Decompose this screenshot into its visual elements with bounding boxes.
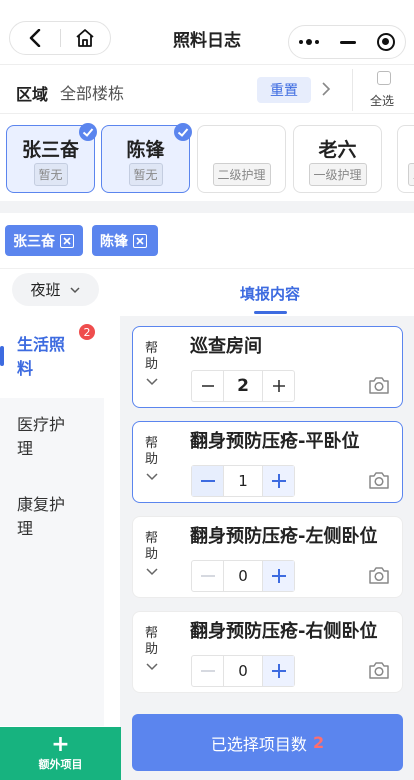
camera-icon[interactable] bbox=[368, 470, 390, 490]
patient-card[interactable]: 老六 一级护理 bbox=[293, 125, 382, 193]
minimize-icon[interactable] bbox=[339, 40, 356, 44]
selected-chip[interactable]: 张三奋 bbox=[5, 225, 83, 256]
quantity-value[interactable]: 0 bbox=[223, 561, 263, 591]
tab-active-indicator bbox=[254, 311, 287, 314]
chevron-down-icon[interactable] bbox=[145, 472, 159, 482]
sidebar-item-rehab-care[interactable]: 康复护理 bbox=[0, 478, 104, 558]
care-item-name: 翻身预防压疮-左侧卧位 bbox=[190, 526, 378, 547]
plus-icon bbox=[272, 380, 285, 392]
plus-icon bbox=[271, 664, 286, 678]
quantity-stepper: 0 bbox=[191, 655, 295, 687]
care-level-badge: 暂无 bbox=[128, 163, 163, 186]
camera-icon[interactable] bbox=[368, 375, 390, 395]
care-level-badge: 暂无 bbox=[33, 163, 68, 186]
increment-button[interactable] bbox=[263, 561, 294, 591]
top-nav-bar: 照料日志 bbox=[0, 0, 414, 64]
section-divider bbox=[0, 201, 414, 213]
care-item-card[interactable]: 帮助 翻身预防压疮-平卧位 1 bbox=[132, 421, 403, 503]
help-toggle[interactable]: 帮助 bbox=[145, 531, 159, 563]
camera-icon[interactable] bbox=[368, 660, 390, 680]
selected-count: 2 bbox=[312, 733, 325, 752]
chip-label: 张三奋 bbox=[13, 233, 55, 250]
plus-icon bbox=[271, 569, 286, 583]
select-all-label: 全选 bbox=[370, 94, 395, 108]
minus-icon bbox=[200, 480, 215, 482]
minus-icon bbox=[200, 575, 215, 577]
decrement-button[interactable] bbox=[192, 561, 223, 591]
area-selector[interactable]: 全部楼栋 bbox=[60, 80, 124, 104]
patient-card-list: 张三奋 暂无 陈锋 暂无 二级护理 老六 一级护理 二 bbox=[0, 115, 414, 201]
selected-chip[interactable]: 陈锋 bbox=[92, 225, 158, 256]
extra-item-label: 额外项目 bbox=[38, 757, 83, 771]
plus-icon bbox=[271, 474, 286, 488]
sidebar-item-medical-care[interactable]: 医疗护理 bbox=[0, 398, 104, 478]
decrement-button[interactable] bbox=[192, 656, 223, 686]
submit-label: 已选择项目数 bbox=[210, 734, 307, 754]
divider bbox=[0, 268, 414, 269]
patient-name: 老六 bbox=[318, 139, 357, 161]
increment-button[interactable] bbox=[263, 466, 294, 496]
nav-capsule bbox=[288, 25, 406, 59]
quantity-value[interactable]: 1 bbox=[223, 466, 263, 496]
increment-button[interactable] bbox=[263, 371, 294, 401]
care-level-badge: 二 bbox=[408, 163, 414, 186]
care-item-card[interactable]: 帮助 巡查房间 2 bbox=[132, 326, 403, 408]
chip-label: 陈锋 bbox=[100, 233, 128, 250]
decrement-button[interactable] bbox=[192, 371, 223, 401]
help-toggle[interactable]: 帮助 bbox=[145, 626, 159, 658]
active-indicator bbox=[0, 346, 4, 366]
care-item-name: 巡查房间 bbox=[190, 336, 262, 357]
divider bbox=[352, 69, 353, 111]
quantity-stepper: 0 bbox=[191, 560, 295, 592]
care-item-name: 翻身预防压疮-右侧卧位 bbox=[190, 621, 378, 642]
record-target-icon[interactable] bbox=[376, 33, 395, 51]
check-badge-icon bbox=[174, 123, 192, 141]
chevron-down-icon[interactable] bbox=[145, 567, 159, 577]
decrement-button[interactable] bbox=[192, 466, 223, 496]
care-item-card[interactable]: 帮助 翻身预防压疮-左侧卧位 0 bbox=[132, 516, 403, 598]
quantity-stepper: 1 bbox=[191, 465, 295, 497]
help-toggle[interactable]: 帮助 bbox=[145, 341, 159, 373]
count-badge: 2 bbox=[79, 324, 95, 340]
help-toggle[interactable]: 帮助 bbox=[145, 436, 159, 468]
camera-icon[interactable] bbox=[368, 565, 390, 585]
area-filter-row: 区域 全部楼栋 重置 全选 bbox=[0, 64, 414, 114]
care-level-badge: 一级护理 bbox=[308, 163, 367, 186]
quantity-stepper: 2 bbox=[191, 370, 295, 402]
minus-icon bbox=[200, 670, 215, 672]
care-item-card[interactable]: 帮助 翻身预防压疮-右侧卧位 0 bbox=[132, 611, 403, 693]
select-all-checkbox[interactable] bbox=[377, 71, 391, 85]
sidebar-item-label: 康复护理 bbox=[17, 495, 66, 538]
tab-fill-content[interactable]: 填报内容 bbox=[0, 283, 414, 304]
care-level-badge: 二级护理 bbox=[212, 163, 271, 186]
selected-items-submit-button[interactable]: 已选择项目数 2 bbox=[132, 714, 403, 771]
patient-card[interactable]: 张三奋 暂无 bbox=[6, 123, 97, 193]
sidebar-item-label: 生活照料 bbox=[17, 335, 66, 378]
minus-icon bbox=[201, 385, 214, 387]
close-icon[interactable] bbox=[60, 233, 74, 248]
patient-card[interactable]: 二级护理 bbox=[197, 125, 286, 193]
sidebar-item-label: 医疗护理 bbox=[17, 415, 66, 458]
plus-icon: + bbox=[51, 731, 70, 757]
chevron-down-icon[interactable] bbox=[145, 377, 159, 387]
check-badge-icon bbox=[79, 123, 97, 141]
more-dots-icon[interactable] bbox=[299, 39, 320, 45]
chevron-down-icon[interactable] bbox=[145, 662, 159, 672]
patient-card[interactable]: 陈锋 暂无 bbox=[101, 123, 192, 193]
close-icon[interactable] bbox=[133, 233, 147, 248]
area-label: 区域 bbox=[16, 85, 49, 104]
care-item-name: 翻身预防压疮-平卧位 bbox=[190, 431, 360, 452]
add-extra-item-button[interactable]: + 额外项目 bbox=[0, 727, 121, 780]
increment-button[interactable] bbox=[263, 656, 294, 686]
quantity-value[interactable]: 0 bbox=[223, 656, 263, 686]
chevron-right-icon[interactable] bbox=[321, 79, 331, 99]
patient-card[interactable]: 二 bbox=[397, 125, 414, 193]
quantity-value[interactable]: 2 bbox=[223, 371, 263, 401]
reset-button[interactable]: 重置 bbox=[257, 77, 311, 103]
